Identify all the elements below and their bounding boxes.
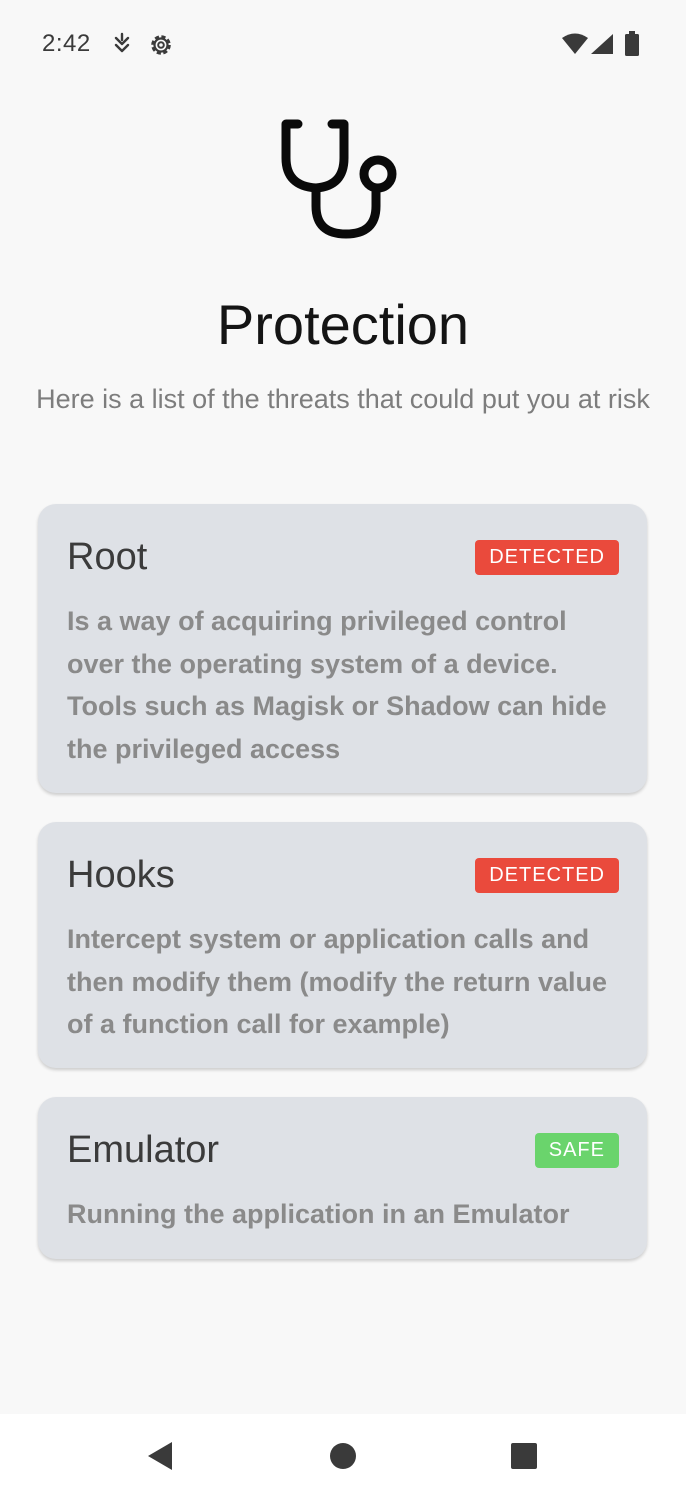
wifi-icon (562, 33, 588, 54)
recents-icon[interactable] (508, 1440, 540, 1472)
status-bar: 2:42 (0, 0, 686, 90)
settings-icon (151, 35, 171, 55)
status-badge: SAFE (534, 1133, 619, 1168)
signal-icon (591, 34, 613, 54)
page-title: Protection (216, 293, 470, 356)
page-subtitle: Here is a list of the threats that could… (36, 384, 650, 414)
navigation-bar (0, 1414, 686, 1496)
threat-card-root: Root DETECTED Is a way of acquiring priv… (38, 504, 647, 793)
threat-description: Is a way of acquiring privileged control… (67, 606, 607, 764)
back-icon[interactable] (145, 1440, 177, 1472)
home-icon[interactable] (327, 1440, 359, 1472)
status-badge: DETECTED (475, 540, 619, 575)
threat-card-hooks: Hooks DETECTED Intercept system or appli… (38, 822, 647, 1068)
threat-description: Intercept system or application calls an… (67, 924, 608, 1039)
data-saver-icon (114, 32, 130, 53)
stethoscope-icon (281, 119, 397, 239)
status-time: 2:42 (42, 30, 91, 57)
threat-card-emulator: Emulator SAFE Running the application in… (38, 1097, 647, 1259)
threat-description: Running the application in an Emulator (67, 1199, 570, 1229)
status-badge: DETECTED (475, 858, 619, 893)
battery-icon (625, 31, 639, 56)
